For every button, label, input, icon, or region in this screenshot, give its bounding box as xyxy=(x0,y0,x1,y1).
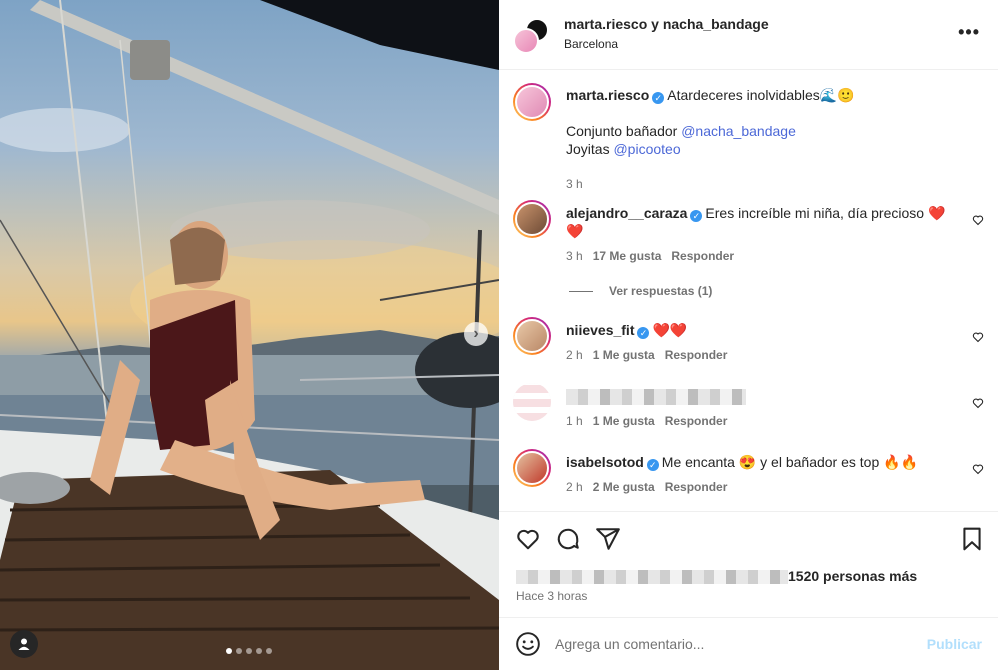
divider-line xyxy=(569,291,593,293)
comment-meta: 3 h 17 Me gusta Responder xyxy=(566,249,734,263)
carousel-dot xyxy=(266,648,272,654)
comment-username[interactable]: isabelsotod xyxy=(566,454,644,470)
comment-username[interactable]: niieves_fit xyxy=(566,322,634,338)
redacted-likers xyxy=(516,570,788,585)
verified-icon: ✓ xyxy=(690,210,703,222)
comment-body: Me encanta 😍 y el bañador es top 🔥🔥 xyxy=(661,454,919,470)
reply-button[interactable]: Responder xyxy=(665,480,728,494)
comment-time[interactable]: 3 h xyxy=(566,249,583,263)
comment-meta: 2 h 2 Me gusta Responder xyxy=(566,480,727,494)
comment-likes[interactable]: 1 Me gusta xyxy=(593,348,655,362)
mention-link[interactable]: @picooteo xyxy=(613,141,680,157)
post-header: marta.riesco y nacha_bandage Barcelona •… xyxy=(499,0,998,70)
redacted-text xyxy=(566,389,746,406)
comment-likes[interactable]: 1 Me gusta xyxy=(593,414,655,428)
carousel-dot xyxy=(226,648,232,654)
avatar[interactable] xyxy=(513,383,551,421)
heart-icon[interactable] xyxy=(972,214,984,226)
comment-time[interactable]: 2 h xyxy=(566,480,583,494)
carousel-indicator xyxy=(226,648,272,654)
comment-text: isabelsotod ✓ Me encanta 😍 y el bañador es… xyxy=(566,453,961,471)
chevron-right-icon: › xyxy=(473,325,479,342)
post-actions: 1520 personas más Hace 3 horas xyxy=(499,511,998,617)
comment-meta: 1 h 1 Me gusta Responder xyxy=(566,414,727,428)
tagged-users-button[interactable] xyxy=(10,630,38,658)
caption-body: Atardeceres inolvidables🌊🙂 xyxy=(667,87,855,103)
avatar[interactable] xyxy=(513,200,551,238)
carousel-dot xyxy=(256,648,262,654)
carousel-dot xyxy=(236,648,242,654)
caption-line3: Joyitas xyxy=(566,141,614,157)
avatar xyxy=(513,28,539,54)
emoji-icon[interactable] xyxy=(515,631,541,657)
caption-text: marta.riesco ✓ Atardeceres inolvidables🌊🙂 … xyxy=(566,86,961,158)
comment-input[interactable] xyxy=(555,632,905,656)
reply-button[interactable]: Responder xyxy=(671,249,734,263)
more-horizontal-icon[interactable]: ••• xyxy=(958,22,980,43)
avatar[interactable] xyxy=(513,317,551,355)
view-replies-button[interactable]: Ver respuestas (1) xyxy=(569,284,712,298)
sailboat-photo xyxy=(0,0,499,670)
comment-meta: 2 h 1 Me gusta Responder xyxy=(566,348,727,362)
view-replies-label: Ver respuestas (1) xyxy=(609,284,713,298)
caption-username[interactable]: marta.riesco xyxy=(566,87,649,103)
post-timestamp[interactable]: Hace 3 horas xyxy=(516,589,587,603)
comment-text: niieves_fit ✓ ❤️❤️ xyxy=(566,321,961,339)
comment-body: ❤️❤️ xyxy=(652,322,688,338)
verified-icon: ✓ xyxy=(652,92,665,104)
reply-button[interactable]: Responder xyxy=(665,348,728,362)
heart-icon[interactable] xyxy=(972,463,984,475)
comment-likes[interactable]: 2 Me gusta xyxy=(593,480,655,494)
post-authors[interactable]: marta.riesco y nacha_bandage xyxy=(564,16,769,32)
heart-icon[interactable] xyxy=(972,397,984,409)
verified-icon: ✓ xyxy=(637,327,650,339)
comment-time[interactable]: 1 h xyxy=(566,414,583,428)
heart-icon[interactable] xyxy=(515,526,541,552)
avatar[interactable] xyxy=(513,83,551,121)
comment-likes[interactable]: 17 Me gusta xyxy=(593,249,662,263)
caption-line2: Conjunto bañador xyxy=(566,123,682,139)
comment-icon[interactable] xyxy=(555,526,581,552)
likes-count: 1520 personas más xyxy=(788,568,918,584)
comment-text: alejandro__caraza ✓ Eres increíble mi niña… xyxy=(566,204,961,240)
next-slide-button[interactable]: › xyxy=(464,322,488,346)
collab-avatars[interactable] xyxy=(513,16,551,54)
bookmark-icon[interactable] xyxy=(959,526,985,552)
add-comment-bar: Publicar xyxy=(499,617,998,670)
comment-text xyxy=(566,387,961,406)
post-image[interactable]: › xyxy=(0,0,499,670)
publish-button[interactable]: Publicar xyxy=(927,636,982,652)
reply-button[interactable]: Responder xyxy=(665,414,728,428)
mention-link[interactable]: @nacha_bandage xyxy=(681,123,796,139)
post-details-panel: marta.riesco y nacha_bandage Barcelona •… xyxy=(499,0,998,670)
comments-list[interactable]: marta.riesco ✓ Atardeceres inolvidables🌊🙂 … xyxy=(499,71,998,511)
likes-summary[interactable]: 1520 personas más xyxy=(516,568,918,585)
comment-time[interactable]: 2 h xyxy=(566,348,583,362)
user-icon xyxy=(18,638,30,650)
caption-time[interactable]: 3 h xyxy=(566,177,583,191)
post-location[interactable]: Barcelona xyxy=(564,37,618,51)
heart-icon[interactable] xyxy=(972,331,984,343)
comment-username[interactable]: alejandro__caraza xyxy=(566,205,687,221)
carousel-dot xyxy=(246,648,252,654)
send-icon[interactable] xyxy=(595,526,621,552)
verified-icon: ✓ xyxy=(646,459,659,471)
avatar[interactable] xyxy=(513,449,551,487)
